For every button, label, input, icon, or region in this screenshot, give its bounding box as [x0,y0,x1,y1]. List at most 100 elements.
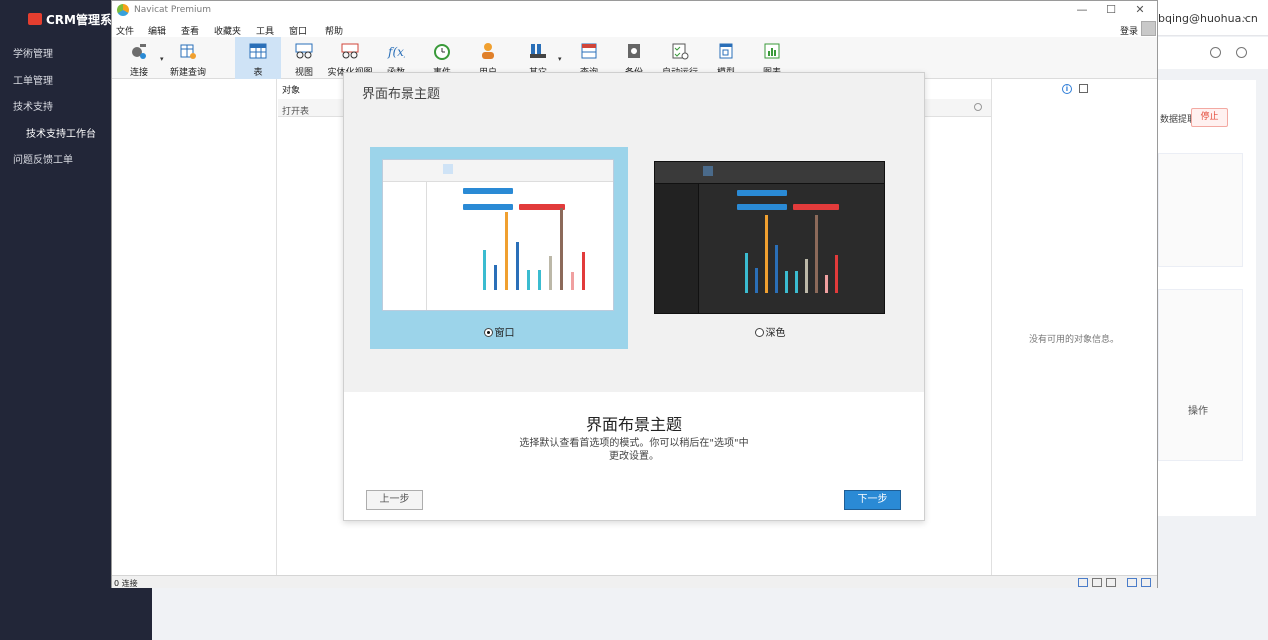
connection-icon [132,44,146,59]
preview-bar [795,271,798,293]
preview-toolbar [383,160,613,182]
backup-icon [628,44,640,58]
preview-bar [483,250,486,290]
open-table-button[interactable]: 打开表 [282,104,309,117]
back-button[interactable]: 上一步 [366,490,423,510]
light-theme-preview [382,159,614,311]
menu-window[interactable]: 窗口 [289,24,307,37]
menu-help[interactable]: 帮助 [325,24,343,37]
info-icon[interactable]: i [1062,84,1072,94]
theme-radio-window[interactable]: 窗口 [370,324,628,339]
maximize-icon[interactable]: ☐ [1101,3,1121,16]
sidebar-item-academic[interactable]: 学術管理 [13,45,53,60]
theme-option-dark[interactable]: 深色 [641,147,899,349]
preview-tree [383,182,427,310]
menu-bar: 文件 编辑 查看 收藏夹 工具 窗口 帮助 [112,21,1157,37]
dialog-description-line: 选择默认查看首选项的模式。你可以稍后在"选项"中 [519,438,749,449]
preview-bar [785,271,788,293]
preview-bar [571,272,574,290]
others-icon [530,44,546,58]
function-icon: f(x) [387,45,405,59]
preview-bar [582,252,585,290]
preview-unit-pill [793,204,839,210]
connection-dropdown-icon[interactable]: ▾ [160,55,164,63]
dark-theme-preview [654,161,885,314]
connection-count: 0 连接 [114,579,138,588]
preview-tree [655,184,699,313]
minimize-icon[interactable]: — [1072,3,1092,16]
operation-column-header: 操作 [1188,406,1208,417]
dialog-description-line: 更改设置。 [609,451,659,462]
others-dropdown-icon[interactable]: ▾ [558,55,562,63]
status-bar: 0 连接 [112,575,1157,588]
no-object-info-text: 没有可用的对象信息。 [1028,335,1119,345]
search-icon[interactable] [974,103,982,111]
table-icon [249,43,267,59]
window-title: Navicat Premium [134,5,211,15]
theme-radio-dark[interactable]: 深色 [641,324,899,339]
user-icon [482,43,494,59]
radio-selected-icon[interactable] [483,328,493,337]
toolbar-label: 视图 [294,68,313,78]
crm-logo[interactable]: CRM管理系统 [28,11,124,27]
toolbar-connection-button[interactable]: 连接 [116,37,162,79]
event-icon [434,44,450,60]
preview-bar [494,265,497,290]
navicat-titlebar: Navicat Premium — ☐ ✕ [112,1,1157,21]
dialog-description: 选择默认查看首选项的模式。你可以稍后在"选项"中 更改设置。 [494,437,774,463]
panel-left-icon[interactable] [1127,578,1137,587]
close-circle-icon[interactable] [1236,47,1247,58]
crm-logo-icon [28,13,42,25]
toolbar-table-button[interactable]: 表 [235,37,281,79]
preview-bar [745,253,748,293]
radio-unselected-icon[interactable] [754,328,764,337]
sidebar-item-tickets[interactable]: 工单管理 [13,72,53,87]
preview-bar [815,215,818,293]
theme-dialog: 界面布景主题 窗口 深色 界面布景主题 选择默认查看首选项的模式。你可以稍后在"… [343,72,925,521]
theme-option-window[interactable]: 窗口 [370,147,628,349]
toolbar-label: 表 [253,68,263,78]
sidebar-item-feedback-tickets[interactable]: 问题反馈工单 [13,151,73,166]
login-link[interactable]: 登录 [1120,24,1138,37]
list-view-icon[interactable] [1092,578,1102,587]
dialog-header: 界面布景主题 [362,87,441,102]
dialog-title: 界面布景主题 [585,415,682,434]
toolbar-label: 新建查询 [169,68,206,78]
preview-bar [835,255,838,293]
toolbar-view-button[interactable]: 视图 [281,37,327,79]
preview-bar [805,259,808,293]
next-button[interactable]: 下一步 [844,490,901,510]
ddl-icon[interactable] [1079,84,1088,93]
tab-objects[interactable]: 对象 [282,83,300,96]
grid-view-icon[interactable] [1078,578,1088,587]
refresh-icon[interactable] [1210,47,1221,58]
crm-footer [152,588,1268,640]
model-icon [719,43,733,59]
close-icon[interactable]: ✕ [1130,3,1150,16]
menu-tools[interactable]: 工具 [256,24,274,37]
menu-view[interactable]: 查看 [181,24,199,37]
navicat-app-icon [117,4,129,16]
chevron-down-icon[interactable]: ⌄ [1241,11,1249,22]
crm-card-2 [1158,289,1243,461]
preview-value-pill [463,204,513,210]
view-icon [295,43,313,59]
crm-tab-bar [1158,37,1268,69]
avatar[interactable] [1141,21,1156,36]
menu-favorites[interactable]: 收藏夹 [214,24,241,37]
preview-bar [765,215,768,293]
toolbar-new-query-button[interactable]: 新建查询 [165,37,211,79]
detail-view-icon[interactable] [1106,578,1116,587]
panel-right-icon[interactable] [1141,578,1151,587]
sidebar-item-tech-support[interactable]: 技术支持 [13,98,53,113]
connection-tree-pane[interactable] [112,79,277,575]
menu-file[interactable]: 文件 [116,24,134,37]
preview-bar [549,256,552,290]
stop-button[interactable]: 停止 [1191,108,1228,127]
sidebar-item-support-workbench[interactable]: 技术支持工作台 [26,125,96,140]
theme-label: 窗口 [494,328,515,339]
preview-bar [560,208,563,290]
automation-icon [672,43,689,60]
menu-edit[interactable]: 编辑 [148,24,166,37]
new-query-icon [180,44,196,59]
